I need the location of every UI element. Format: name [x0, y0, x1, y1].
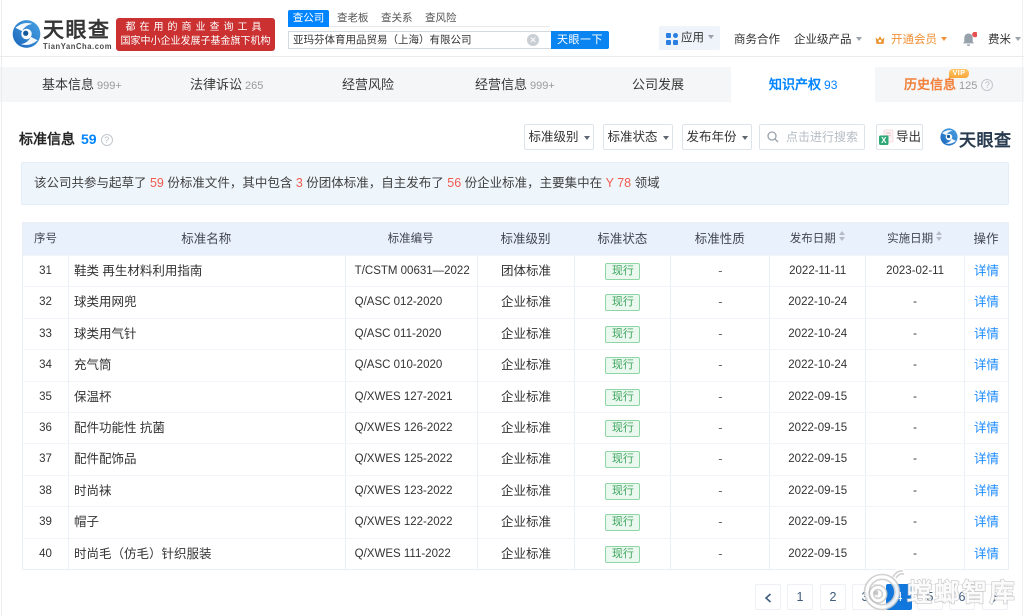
svg-text:X: X	[881, 136, 887, 145]
